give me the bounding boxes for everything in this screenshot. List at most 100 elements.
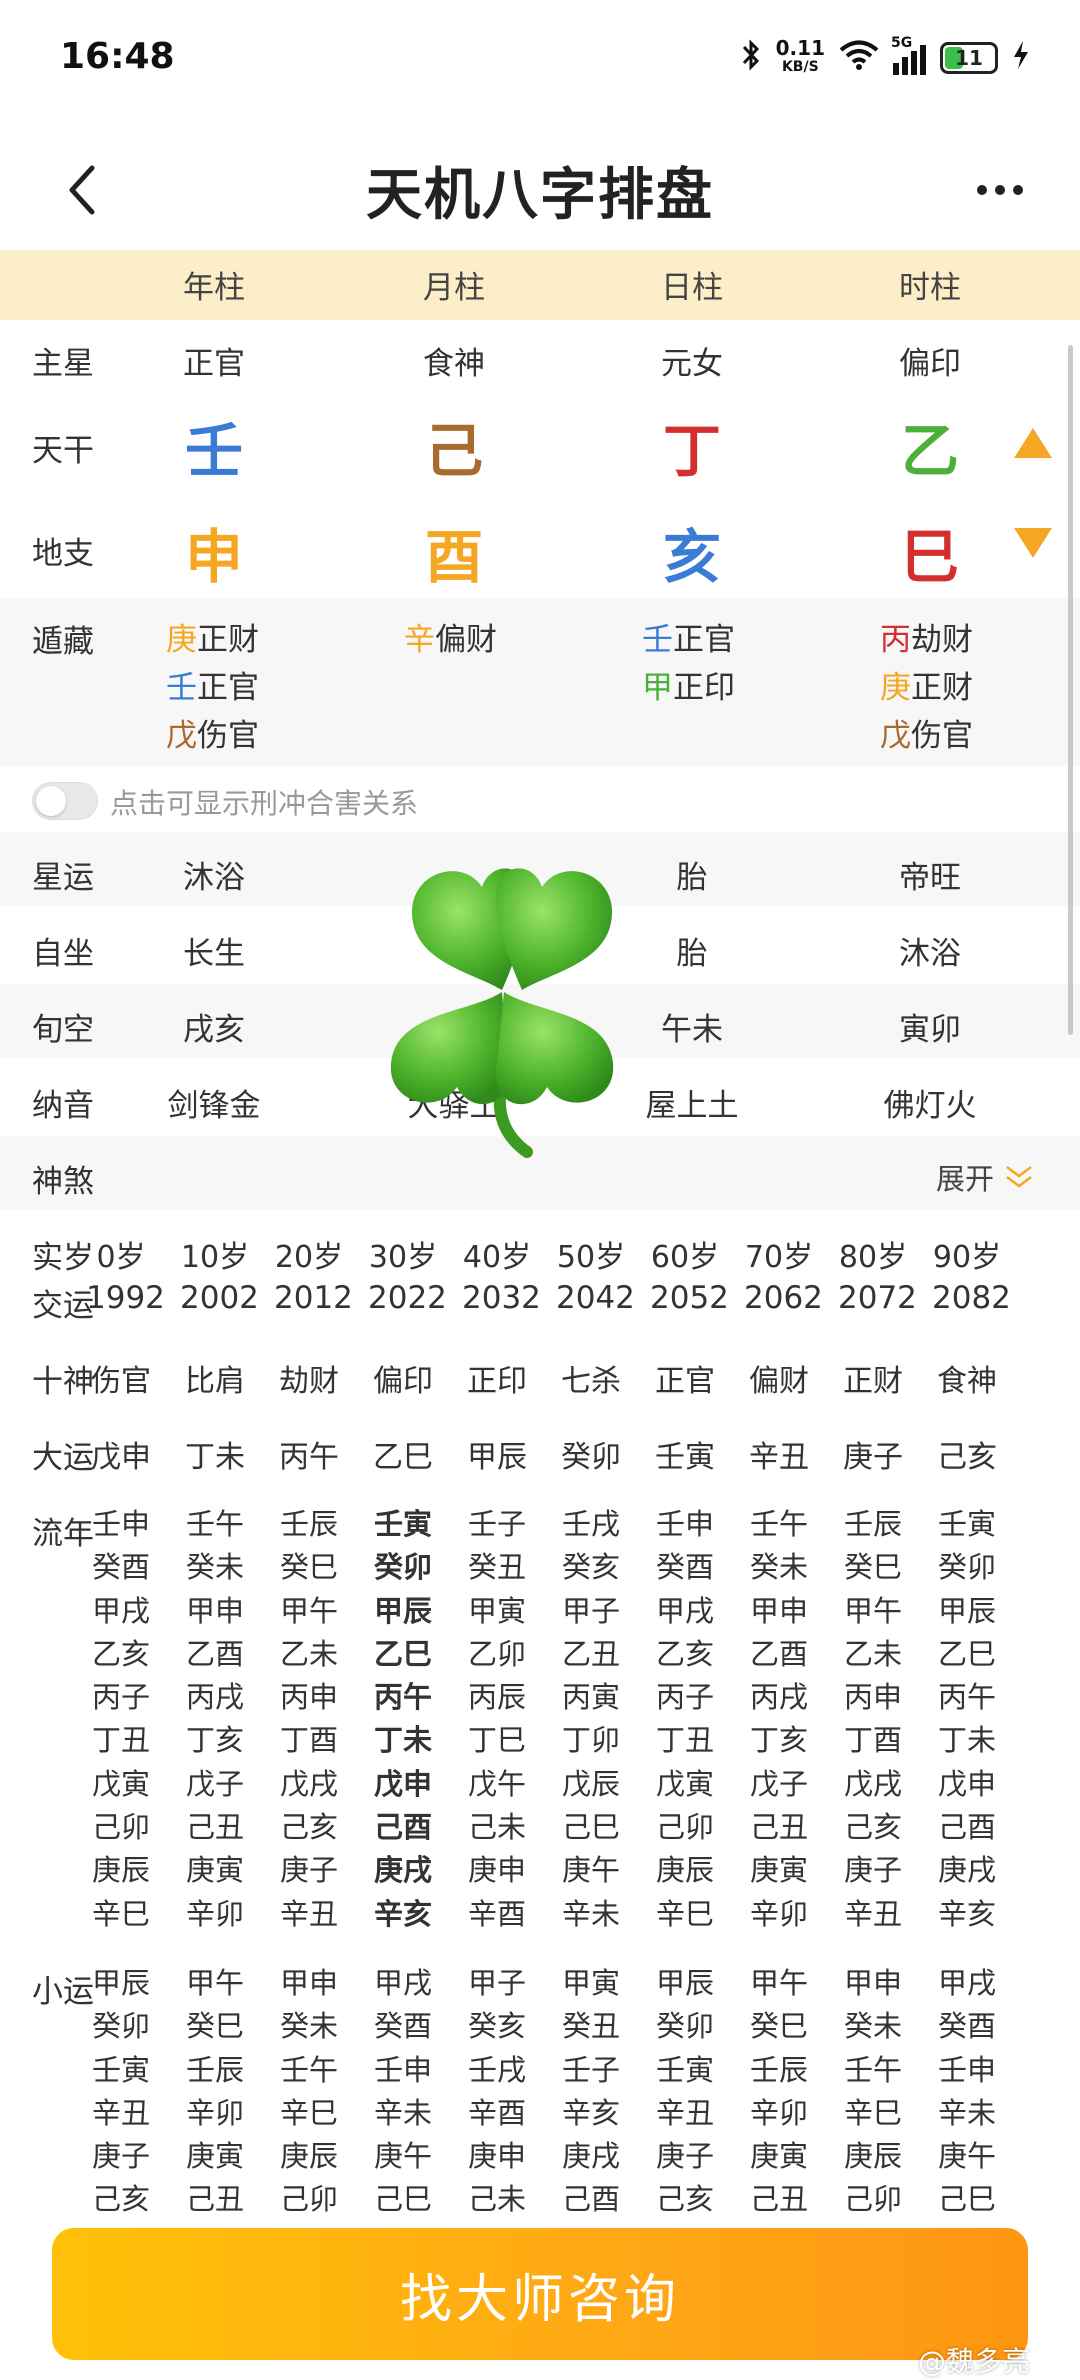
liunian-cell[interactable]: 戊申 xyxy=(932,1763,1002,1806)
liunian-cell[interactable]: 乙亥 xyxy=(650,1633,720,1676)
liunian-cell[interactable]: 丁酉 xyxy=(274,1719,344,1762)
liunian-cell[interactable]: 癸卯 xyxy=(932,1546,1002,1589)
dayun-cell[interactable]: 己亥 xyxy=(932,1432,1002,1476)
liunian-cell[interactable]: 壬辰 xyxy=(274,1503,344,1546)
liunian-cell[interactable]: 丙申 xyxy=(274,1676,344,1719)
liunian-cell[interactable]: 丁未 xyxy=(932,1719,1002,1762)
liunian-cell[interactable]: 庚申 xyxy=(462,1849,532,1892)
liunian-cell[interactable]: 己亥 xyxy=(274,1806,344,1849)
liunian-cell[interactable]: 甲寅 xyxy=(462,1590,532,1633)
liunian-cell[interactable]: 癸巳 xyxy=(274,1546,344,1589)
liunian-cell[interactable]: 壬午 xyxy=(744,1503,814,1546)
dayun-cell[interactable]: 戊申 xyxy=(86,1432,156,1476)
liunian-cell[interactable]: 戊戌 xyxy=(274,1763,344,1806)
liunian-cell[interactable]: 己酉 xyxy=(932,1806,1002,1849)
liunian-cell[interactable]: 癸酉 xyxy=(86,1546,156,1589)
liunian-cell[interactable]: 丁丑 xyxy=(86,1719,156,1762)
liunian-cell[interactable]: 丙戌 xyxy=(180,1676,250,1719)
liunian-cell[interactable]: 壬辰 xyxy=(838,1503,908,1546)
liunian-cell[interactable]: 乙卯 xyxy=(462,1633,532,1676)
liunian-cell[interactable]: 壬申 xyxy=(86,1503,156,1546)
liunian-cell[interactable]: 辛巳 xyxy=(86,1893,156,1936)
liunian-cell[interactable]: 癸未 xyxy=(180,1546,250,1589)
liunian-cell[interactable]: 乙亥 xyxy=(86,1633,156,1676)
liunian-cell[interactable]: 癸丑 xyxy=(462,1546,532,1589)
liunian-cell[interactable]: 己卯 xyxy=(650,1806,720,1849)
liunian-cell[interactable]: 癸巳 xyxy=(838,1546,908,1589)
liunian-cell[interactable]: 丁酉 xyxy=(838,1719,908,1762)
liunian-cell[interactable]: 丙辰 xyxy=(462,1676,532,1719)
dayun-cell[interactable]: 壬寅 xyxy=(650,1432,720,1476)
liunian-cell[interactable]: 甲申 xyxy=(744,1590,814,1633)
liunian-cell[interactable]: 乙酉 xyxy=(744,1633,814,1676)
liunian-cell[interactable]: 戊子 xyxy=(180,1763,250,1806)
scrollbar[interactable] xyxy=(1068,345,1073,1035)
liunian-cell[interactable]: 丙午 xyxy=(932,1676,1002,1719)
liunian-cell[interactable]: 甲子 xyxy=(556,1590,626,1633)
liunian-cell[interactable]: 辛巳 xyxy=(650,1893,720,1936)
liunian-cell[interactable]: 甲辰 xyxy=(368,1590,438,1633)
consult-master-button[interactable]: 找大师咨询 xyxy=(52,2228,1028,2360)
liunian-cell[interactable]: 丁亥 xyxy=(744,1719,814,1762)
liunian-cell[interactable]: 丙子 xyxy=(650,1676,720,1719)
liunian-cell[interactable]: 辛亥 xyxy=(368,1893,438,1936)
liunian-cell[interactable]: 丁丑 xyxy=(650,1719,720,1762)
liunian-cell[interactable]: 己亥 xyxy=(838,1806,908,1849)
liunian-cell[interactable]: 壬子 xyxy=(462,1503,532,1546)
liunian-cell[interactable]: 癸卯 xyxy=(368,1546,438,1589)
dayun-cell[interactable]: 辛丑 xyxy=(744,1432,814,1476)
liunian-cell[interactable]: 癸亥 xyxy=(556,1546,626,1589)
liunian-cell[interactable]: 庚戌 xyxy=(932,1849,1002,1892)
liunian-cell[interactable]: 庚寅 xyxy=(744,1849,814,1892)
liunian-cell[interactable]: 庚寅 xyxy=(180,1849,250,1892)
liunian-cell[interactable]: 辛丑 xyxy=(274,1893,344,1936)
liunian-cell[interactable]: 壬戌 xyxy=(556,1503,626,1546)
dayun-cell[interactable]: 乙巳 xyxy=(368,1432,438,1476)
liunian-cell[interactable]: 甲戌 xyxy=(86,1590,156,1633)
liunian-cell[interactable]: 丁巳 xyxy=(462,1719,532,1762)
liunian-cell[interactable]: 庚辰 xyxy=(86,1849,156,1892)
liunian-cell[interactable]: 辛卯 xyxy=(180,1893,250,1936)
arrow-up-icon[interactable] xyxy=(1012,426,1054,464)
liunian-cell[interactable]: 己酉 xyxy=(368,1806,438,1849)
dayun-cell[interactable]: 丙午 xyxy=(274,1432,344,1476)
liunian-cell[interactable]: 庚戌 xyxy=(368,1849,438,1892)
liunian-cell[interactable]: 戊寅 xyxy=(86,1763,156,1806)
liunian-cell[interactable]: 庚子 xyxy=(838,1849,908,1892)
liunian-cell[interactable]: 戊申 xyxy=(368,1763,438,1806)
liunian-cell[interactable]: 庚子 xyxy=(274,1849,344,1892)
liunian-cell[interactable]: 癸酉 xyxy=(650,1546,720,1589)
liunian-cell[interactable]: 甲戌 xyxy=(650,1590,720,1633)
liunian-cell[interactable]: 庚辰 xyxy=(650,1849,720,1892)
liunian-cell[interactable]: 辛卯 xyxy=(744,1893,814,1936)
liunian-cell[interactable]: 戊辰 xyxy=(556,1763,626,1806)
liunian-cell[interactable]: 丙戌 xyxy=(744,1676,814,1719)
liunian-cell[interactable]: 壬申 xyxy=(650,1503,720,1546)
liunian-cell[interactable]: 己巳 xyxy=(556,1806,626,1849)
liunian-cell[interactable]: 乙丑 xyxy=(556,1633,626,1676)
liunian-cell[interactable]: 己卯 xyxy=(86,1806,156,1849)
liunian-cell[interactable]: 壬寅 xyxy=(368,1503,438,1546)
liunian-cell[interactable]: 戊午 xyxy=(462,1763,532,1806)
liunian-cell[interactable]: 己丑 xyxy=(744,1806,814,1849)
liunian-cell[interactable]: 甲午 xyxy=(838,1590,908,1633)
liunian-cell[interactable]: 丙子 xyxy=(86,1676,156,1719)
liunian-cell[interactable]: 甲申 xyxy=(180,1590,250,1633)
liunian-cell[interactable]: 乙酉 xyxy=(180,1633,250,1676)
liunian-cell[interactable]: 甲午 xyxy=(274,1590,344,1633)
liunian-cell[interactable]: 辛丑 xyxy=(838,1893,908,1936)
liunian-cell[interactable]: 辛酉 xyxy=(462,1893,532,1936)
liunian-cell[interactable]: 癸未 xyxy=(744,1546,814,1589)
liunian-cell[interactable]: 庚午 xyxy=(556,1849,626,1892)
liunian-cell[interactable]: 丙申 xyxy=(838,1676,908,1719)
liunian-cell[interactable]: 辛亥 xyxy=(932,1893,1002,1936)
liunian-cell[interactable]: 乙未 xyxy=(274,1633,344,1676)
more-options-button[interactable] xyxy=(970,170,1030,210)
dayun-cell[interactable]: 甲辰 xyxy=(462,1432,532,1476)
dayun-cell[interactable]: 癸卯 xyxy=(556,1432,626,1476)
liunian-cell[interactable]: 甲辰 xyxy=(932,1590,1002,1633)
dayun-cell[interactable]: 庚子 xyxy=(838,1432,908,1476)
liunian-cell[interactable]: 戊戌 xyxy=(838,1763,908,1806)
dayun-cell[interactable]: 丁未 xyxy=(180,1432,250,1476)
arrow-down-icon[interactable] xyxy=(1012,526,1054,564)
